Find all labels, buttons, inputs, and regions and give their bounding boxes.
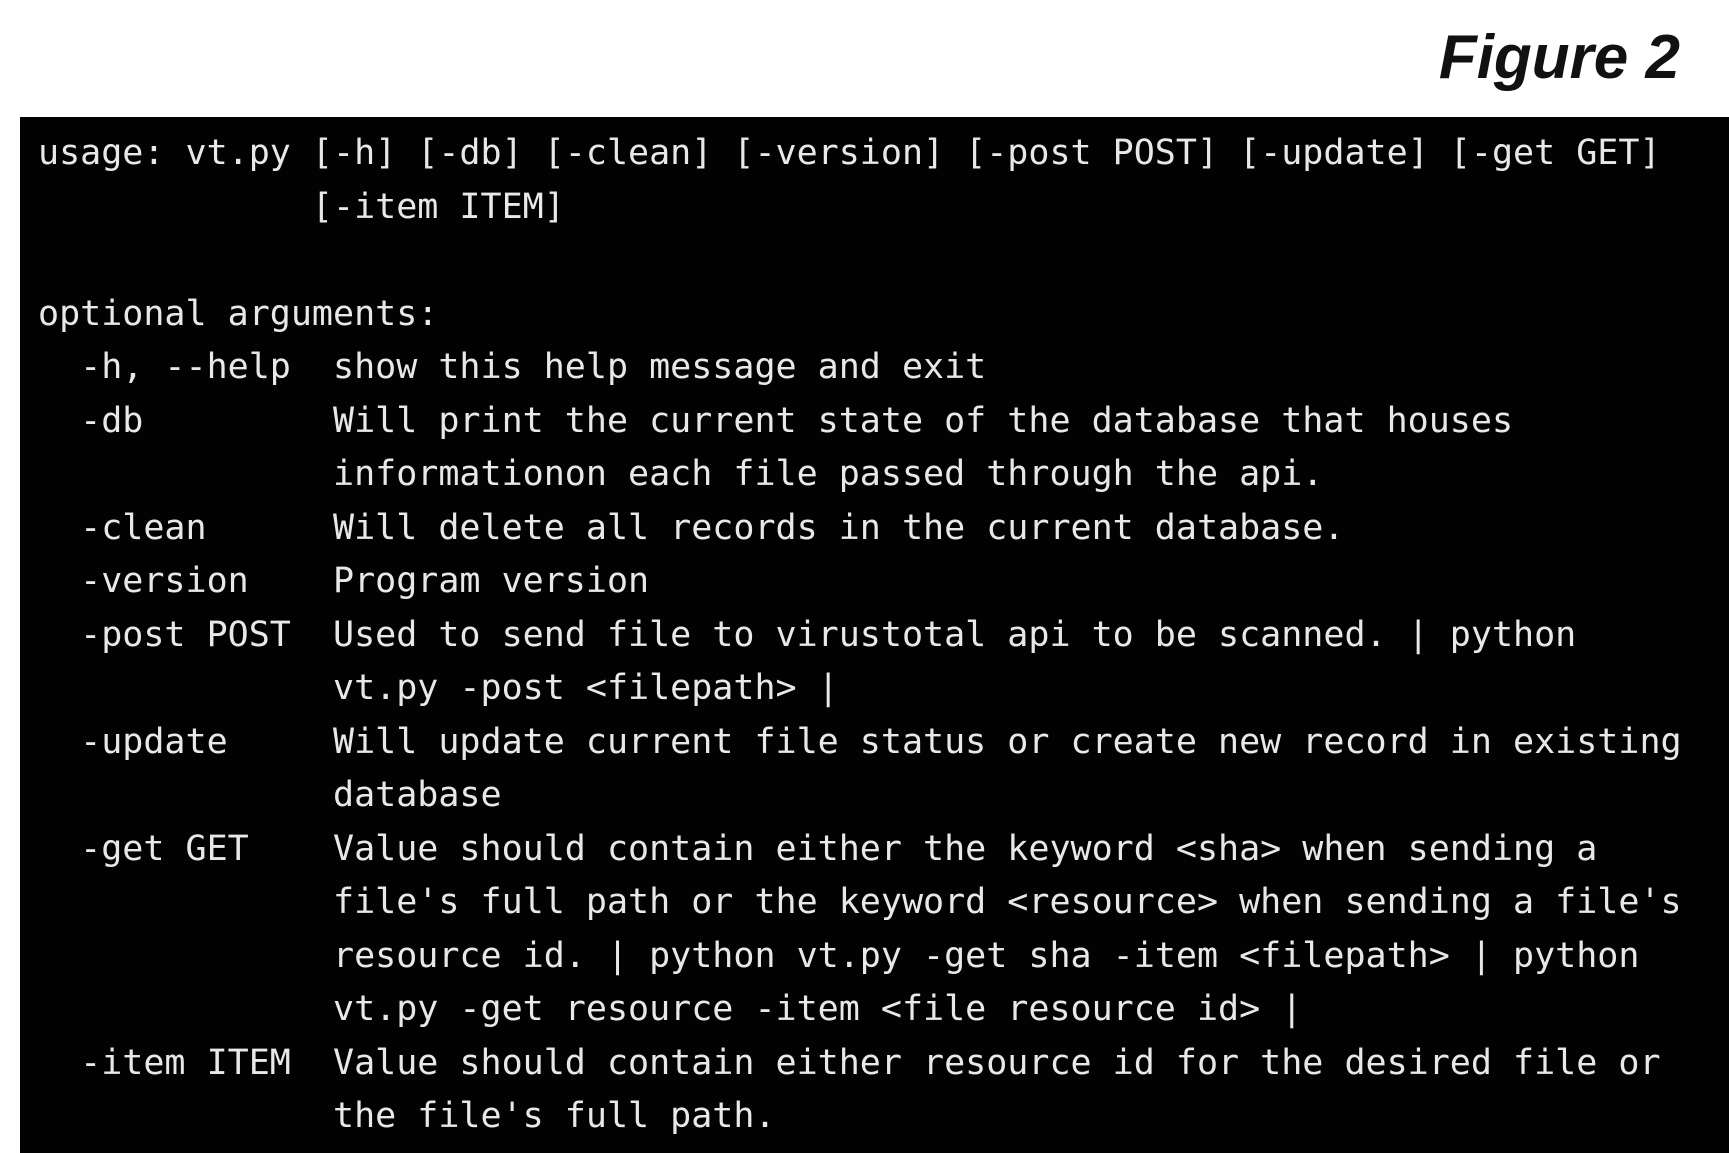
terminal-line: usage: vt.py [-h] [-db] [-clean] [-versi… — [38, 133, 1661, 173]
terminal-line: -update Will update current file status … — [38, 721, 1682, 762]
terminal-line: -db Will print the current state of the … — [38, 400, 1514, 441]
terminal-line: vt.py -post <filepath> | — [38, 668, 839, 708]
terminal-line: vt.py -get resource -item <file resource… — [38, 989, 1303, 1029]
terminal-line: -clean Will delete all records in the cu… — [38, 507, 1345, 548]
terminal-line: -h, --help show this help message and ex… — [38, 347, 987, 387]
terminal-line: file's full path or the keyword <resourc… — [38, 882, 1682, 922]
terminal-line: database — [38, 775, 502, 815]
terminal-line: -post POST Used to send file to virustot… — [38, 614, 1577, 655]
terminal-output: usage: vt.py [-h] [-db] [-clean] [-versi… — [38, 127, 1682, 1144]
terminal-line: resource id. | python vt.py -get sha -it… — [38, 935, 1640, 976]
terminal-line: [-item ITEM] — [38, 186, 565, 227]
terminal-line: the file's full path. — [38, 1096, 776, 1136]
terminal-window: usage: vt.py [-h] [-db] [-clean] [-versi… — [20, 117, 1729, 1153]
terminal-line: -get GET Value should contain either the… — [38, 828, 1598, 869]
terminal-line: informationon each file passed through t… — [38, 454, 1324, 494]
figure-label: Figure 2 — [1438, 23, 1680, 92]
terminal-line: optional arguments: — [38, 293, 439, 334]
terminal-line: -item ITEM Value should contain either r… — [38, 1042, 1661, 1083]
terminal-line: -version Program version — [38, 561, 650, 601]
